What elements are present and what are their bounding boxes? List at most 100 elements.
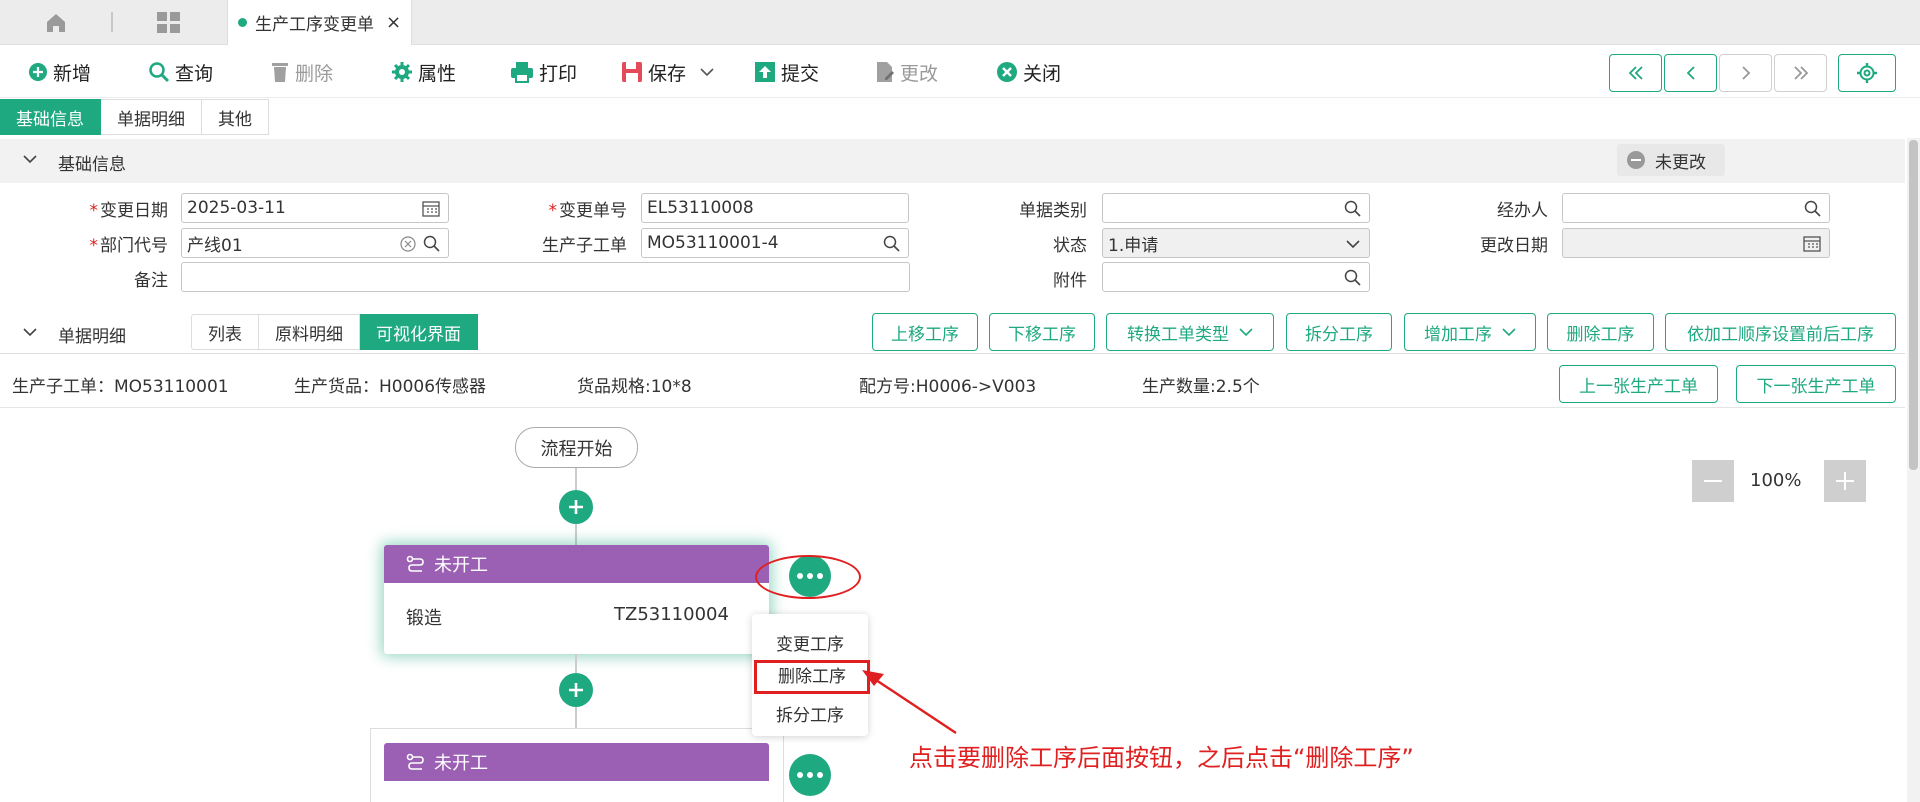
change-date-field[interactable]: 2025-03-11 [181,193,449,223]
search-icon [423,235,440,252]
move-up-button[interactable]: 上移工序 [872,313,978,351]
tab-list[interactable]: 列表 [191,314,259,350]
move-down-button[interactable]: 下移工序 [989,313,1095,351]
calendar-icon [422,201,440,217]
tab-basic-info[interactable]: 基础信息 [0,99,101,135]
next-order-button[interactable]: 下一张生产工单 [1736,365,1896,403]
info-qty: 生产数量:2.5个 [1142,377,1260,397]
detail-header: 单据明细 列表 原料明细 可视化界面 上移工序 下移工序 转换工单类型 拆分工序… [0,312,1905,354]
modify-button[interactable]: 更改 [875,58,938,86]
first-record-button[interactable] [1609,54,1662,92]
query-button[interactable]: 查询 [148,58,213,86]
scrollbar-thumb[interactable] [1909,140,1918,470]
more-actions-button[interactable] [789,754,831,796]
tab-title: 生产工序变更单 [255,15,374,35]
submit-label: 提交 [781,62,820,85]
tab-close-icon[interactable]: × [386,12,401,33]
apps-grid-icon[interactable] [156,11,182,35]
modify-date-field [1562,228,1830,258]
split-process-button[interactable]: 拆分工序 [1286,313,1392,351]
prev-record-button[interactable] [1664,54,1717,92]
convert-type-button[interactable]: 转换工单类型 [1106,313,1274,351]
chevron-down-icon[interactable] [22,326,38,338]
change-date-label: * 变更日期 [89,201,169,221]
state-label: 状态 [1053,236,1087,256]
minus-circle-icon [1627,151,1645,169]
chevron-down-icon[interactable] [22,153,38,165]
basic-info-header: 基础信息 未更改 [0,139,1905,183]
properties-button[interactable]: 属性 [391,58,456,86]
add-node-button[interactable] [559,673,593,707]
handler-field[interactable] [1562,193,1830,223]
tab-production-change[interactable]: 生产工序变更单 × [227,0,412,45]
tab-other[interactable]: 其他 [202,99,269,135]
order-info-bar: 生产子工单：MO53110001 生产货品：H0006传感器 货品规格:10*8… [0,356,1905,408]
status-badge-label: 未更改 [1655,152,1706,173]
add-process-button[interactable]: 增加工序 [1404,313,1536,351]
process-code: TZ53110004 [614,604,729,625]
chevron-down-icon [1502,328,1516,337]
process-card-header: 未开工 [384,545,769,583]
annotation-text: 点击要删除工序后面按钮，之后点击“删除工序” [909,744,1414,772]
zoom-level: 100% [1750,470,1802,491]
process-status: 未开工 [434,753,488,774]
submit-button[interactable]: 提交 [754,58,819,86]
prev-order-button[interactable]: 上一张生产工单 [1559,365,1718,403]
change-no-field[interactable]: EL53110008 [641,193,909,223]
remark-label: 备注 [134,271,168,291]
tab-visual[interactable]: 可视化界面 [360,314,478,350]
next-record-button[interactable] [1719,54,1772,92]
last-record-button[interactable] [1774,54,1827,92]
query-label: 查询 [175,62,214,85]
save-button[interactable]: 保存 [621,58,719,86]
tab-material-detail[interactable]: 原料明细 [259,314,360,350]
menu-item-change-process[interactable]: 变更工序 [752,630,868,655]
attach-field[interactable] [1102,262,1370,292]
delete-button[interactable]: 删除 [270,58,333,86]
zoom-in-button[interactable] [1824,460,1866,502]
search-icon [883,235,900,252]
dept-label: * 部门代号 [89,236,169,256]
clear-icon [400,236,416,252]
new-button[interactable]: 新增 [28,58,91,86]
highlight-ring [755,555,861,599]
search-icon [1344,269,1361,286]
plus-icon [569,500,583,514]
sub-order-field[interactable]: MO53110001-4 [641,228,909,258]
home-icon[interactable] [38,10,74,36]
plus-icon [1836,472,1854,490]
close-circle-icon [997,62,1017,82]
flow-start-node[interactable]: 流程开始 [515,427,638,468]
close-button[interactable]: 关闭 [996,58,1061,86]
doc-type-label: 单据类别 [1019,201,1087,221]
menu-item-split-process[interactable]: 拆分工序 [752,701,868,726]
menu-item-delete-process[interactable]: 删除工序 [754,660,870,694]
change-no-label: * 变更单号 [548,201,628,221]
tab-doc-detail[interactable]: 单据明细 [101,99,202,135]
double-chevron-left-icon [1628,66,1643,80]
zoom-out-button[interactable] [1692,460,1734,502]
settings-button[interactable] [1838,54,1896,92]
toolbar: 新增 查询 删除 属性 打印 保存 提交 更改 关闭 [0,46,1920,98]
doc-type-field[interactable] [1102,193,1370,223]
delete-process-button[interactable]: 删除工序 [1547,313,1654,351]
process-card[interactable]: 未开工 [384,743,769,781]
add-node-button[interactable] [559,490,593,524]
remark-field[interactable] [181,262,910,292]
reorder-process-button[interactable]: 依加工顺序设置前后工序 [1665,313,1896,351]
properties-label: 属性 [418,62,457,85]
vertical-scrollbar[interactable] [1907,138,1920,802]
new-label: 新增 [53,62,92,85]
window-tabbar: 生产工序变更单 × [0,0,1920,45]
section-tabs: 基础信息 单据明细 其他 [0,99,269,135]
annotation-arrow-icon [862,670,957,735]
state-select[interactable]: 1.申请 [1102,228,1370,258]
print-button[interactable]: 打印 [510,58,577,86]
process-context-menu: 变更工序 删除工序 拆分工序 [752,614,870,736]
close-label: 关闭 [1023,62,1062,85]
calendar-icon [1803,236,1821,252]
sub-order-label: 生产子工单 [542,236,627,256]
dept-field[interactable]: 产线01 [181,228,449,258]
process-card[interactable]: 未开工 锻造 TZ53110004 [384,545,769,654]
modify-date-label: 更改日期 [1480,236,1548,256]
